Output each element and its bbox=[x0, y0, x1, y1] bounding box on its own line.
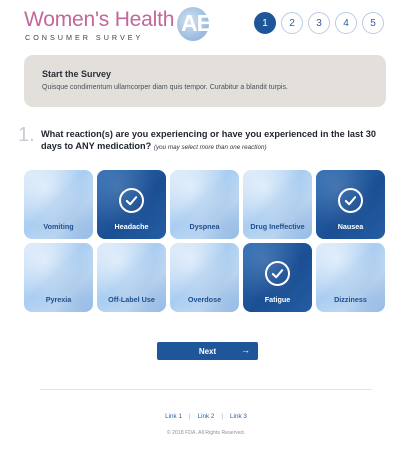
step-4[interactable]: 4 bbox=[335, 12, 357, 34]
footer-link-1[interactable]: Link 1 bbox=[165, 413, 182, 420]
reaction-tile-overdose[interactable]: Overdose bbox=[170, 243, 239, 312]
reaction-label: Dizziness bbox=[334, 295, 367, 304]
reaction-label: Dyspnea bbox=[189, 222, 220, 231]
step-indicator: 1 2 3 4 5 bbox=[254, 12, 384, 34]
copyright: © 2018 FDA. All Rights Reserved. bbox=[166, 430, 246, 436]
footer-link-2[interactable]: Link 2 bbox=[198, 413, 215, 420]
step-1[interactable]: 1 bbox=[254, 12, 276, 34]
check-icon bbox=[265, 261, 290, 286]
brand-ae-text: AE bbox=[181, 10, 212, 36]
footer-link-separator: | bbox=[188, 413, 191, 420]
reaction-label: Fatigue bbox=[264, 295, 291, 304]
reaction-tile-dizziness[interactable]: Dizziness bbox=[316, 243, 385, 312]
footer-link-3[interactable]: Link 3 bbox=[230, 413, 247, 420]
intro-box: Start the Survey Quisque condimentum ull… bbox=[24, 55, 386, 107]
footer-link-separator: | bbox=[221, 413, 224, 420]
brand-ae-badge: AE bbox=[155, 6, 212, 44]
reaction-label: Overdose bbox=[187, 295, 222, 304]
question-text-block: What reaction(s) are you experiencing or… bbox=[41, 128, 386, 154]
reaction-tile-vomiting[interactable]: Vomiting bbox=[24, 170, 93, 239]
reaction-label: Pyrexia bbox=[45, 295, 72, 304]
reaction-tile-drug-ineffective[interactable]: Drug Ineffective bbox=[243, 170, 312, 239]
reaction-label: Nausea bbox=[337, 222, 364, 231]
step-5[interactable]: 5 bbox=[362, 12, 384, 34]
question-number: 1. bbox=[18, 124, 35, 146]
check-icon bbox=[119, 188, 144, 213]
reaction-tile-pyrexia[interactable]: Pyrexia bbox=[24, 243, 93, 312]
reaction-tile-fatigue[interactable]: Fatigue bbox=[243, 243, 312, 312]
reaction-label: Off-Label Use bbox=[108, 295, 155, 304]
step-3[interactable]: 3 bbox=[308, 12, 330, 34]
step-2[interactable]: 2 bbox=[281, 12, 303, 34]
brand-title: Women's Health bbox=[24, 8, 175, 31]
reaction-label: Drug Ineffective bbox=[250, 222, 305, 231]
intro-title: Start the Survey bbox=[42, 69, 112, 79]
question-note: (you may select more than one reaction) bbox=[153, 144, 267, 151]
brand-subtitle: CONSUMER SURVEY bbox=[25, 33, 144, 42]
reaction-tile-nausea[interactable]: Nausea bbox=[316, 170, 385, 239]
reaction-label: Vomiting bbox=[43, 222, 74, 231]
brand-logo: Women's Health AE CONSUMER SURVEY bbox=[24, 6, 212, 42]
reaction-tile-off-label-use[interactable]: Off-Label Use bbox=[97, 243, 166, 312]
reaction-grid: Vomiting Headache Dyspnea Drug Ineffecti… bbox=[24, 170, 385, 312]
arrow-right-icon: → bbox=[241, 345, 250, 355]
reaction-tile-headache[interactable]: Headache bbox=[97, 170, 166, 239]
next-button[interactable]: Next → bbox=[157, 342, 258, 360]
next-button-label: Next bbox=[198, 346, 217, 356]
reaction-label: Headache bbox=[114, 222, 149, 231]
footer-divider bbox=[40, 389, 372, 390]
intro-text: Quisque condimentum ullamcorper diam qui… bbox=[42, 84, 288, 91]
check-icon bbox=[338, 188, 363, 213]
footer-links: Link 1 | Link 2 | Link 3 bbox=[0, 413, 412, 420]
reaction-tile-dyspnea[interactable]: Dyspnea bbox=[170, 170, 239, 239]
